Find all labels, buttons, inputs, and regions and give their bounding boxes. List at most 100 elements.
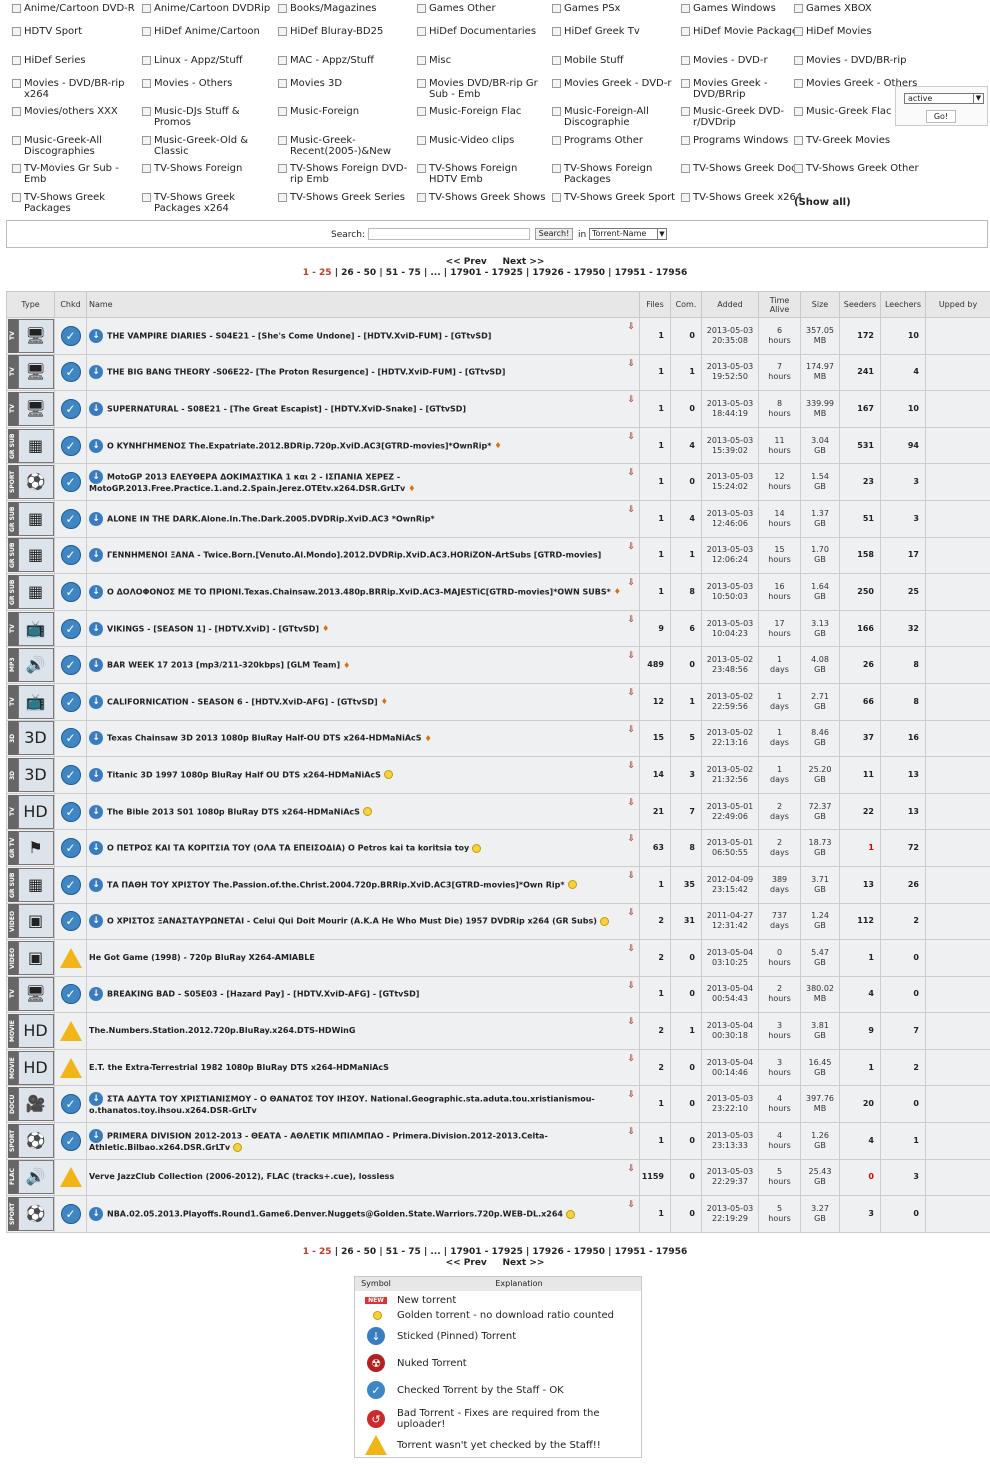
category-option[interactable]: TV-Shows Greek Series — [278, 192, 408, 203]
leechers-count[interactable]: 17 — [880, 536, 926, 575]
leechers-count[interactable]: 10 — [880, 317, 926, 355]
table-row[interactable]: DOCU 🎥 ✓ ↓ ΣΤΑ ΑΔΥΤΑ ΤΟΥ ΧΡΙΣΤΙΑΝΙΣΜΟΥ - Ο Θ… — [6, 1085, 990, 1124]
checkbox[interactable] — [12, 27, 21, 36]
torrent-link[interactable]: Ο ΠΕΤΡΟΣ ΚΑΙ ΤΑ ΚΟΡΙΤΣΙΑ ΤΟΥ (ΟΛΑ ΤΑ ΕΠΕ… — [107, 844, 469, 853]
seeders-count[interactable]: 250 — [839, 573, 881, 611]
torrent-link[interactable]: ΓΕΝΝΗΜΕΝΟΙ ΞΑΝΑ - Twice.Born.[Venuto.Al.… — [107, 551, 601, 560]
category-option[interactable]: Music-Foreign-All Discographie — [552, 106, 682, 128]
files-count[interactable]: 63 — [639, 829, 671, 867]
next-link[interactable]: Next >> — [502, 1258, 544, 1268]
seeders-count[interactable]: 166 — [839, 609, 881, 648]
next-link[interactable]: Next >> — [502, 257, 544, 267]
comments-count[interactable]: 0 — [670, 1085, 702, 1124]
files-count[interactable]: 15 — [639, 719, 671, 758]
category-option[interactable]: TV-Shows Greek Packages — [12, 192, 142, 214]
comments-count[interactable]: 4 — [670, 499, 702, 538]
checkbox[interactable] — [794, 164, 803, 173]
checkbox[interactable] — [794, 27, 803, 36]
go-button[interactable]: Go! — [926, 110, 956, 123]
leechers-count[interactable]: 0 — [880, 939, 926, 977]
comments-count[interactable]: 1 — [670, 1012, 702, 1050]
checkbox[interactable] — [12, 56, 21, 65]
category-option[interactable]: Games Other — [417, 3, 547, 14]
category-option[interactable]: Games PSx — [552, 3, 682, 14]
leechers-count[interactable]: 0 — [880, 1195, 926, 1233]
leechers-count[interactable]: 7 — [880, 1012, 926, 1050]
comments-count[interactable]: 7 — [670, 792, 702, 831]
category-option[interactable]: TV-Shows Greek Shows — [417, 192, 547, 203]
download-icon[interactable]: ⇩ — [627, 505, 635, 515]
page-link[interactable]: 17951 - 17956 — [615, 1247, 688, 1257]
seeders-count[interactable]: 1 — [839, 829, 881, 867]
torrent-link[interactable]: SUPERNATURAL - S08E21 - [The Great Escap… — [107, 404, 466, 413]
seeders-count[interactable]: 51 — [839, 499, 881, 538]
category-option[interactable]: HiDef Movies — [794, 26, 924, 37]
category-option[interactable]: Movies 3D — [278, 78, 408, 89]
category-option[interactable]: TV-Movies Gr Sub - Emb — [12, 163, 142, 185]
leechers-count[interactable]: 13 — [880, 756, 926, 794]
leechers-count[interactable]: 25 — [880, 573, 926, 611]
table-row[interactable]: TV 🖥 ✓ ↓ BREAKING BAD - S05E03 - [Hazard Pay… — [6, 975, 990, 1014]
seeders-count[interactable]: 23 — [839, 463, 881, 501]
leechers-count[interactable]: 4 — [880, 353, 926, 392]
type-cell[interactable]: MOVIE HD — [6, 1012, 55, 1050]
leechers-count[interactable]: 0 — [880, 1085, 926, 1124]
table-row[interactable]: TV 🖥 ✓ ↓ THE VAMPIRE DIARIES - S04E21 - [She… — [6, 317, 990, 355]
type-cell[interactable]: GR TV ⚑ — [6, 829, 55, 867]
leechers-count[interactable]: 10 — [880, 390, 926, 428]
checkbox[interactable] — [417, 136, 426, 145]
category-option[interactable]: TV-Greek Movies — [794, 135, 924, 146]
torrent-link[interactable]: Texas Chainsaw 3D 2013 1080p BluRay Half… — [107, 734, 422, 743]
leechers-count[interactable]: 3 — [880, 1158, 926, 1197]
table-row[interactable]: GR SUB ▦ ✓ ↓ Ο ΚΥΝΗΓΗΜΕΝΟΣ The.Expatriate.20… — [6, 426, 990, 465]
table-row[interactable]: 3D 3D ✓ ↓ Texas Chainsaw 3D 2013 1080p BluRa… — [6, 719, 990, 758]
checkbox[interactable] — [417, 27, 426, 36]
category-option[interactable]: Linux - Appz/Stuff — [142, 55, 272, 66]
page-link[interactable]: 17901 - 17925 — [450, 268, 523, 278]
category-option[interactable]: TV-Shows Foreign HDTV Emb — [417, 163, 547, 185]
files-count[interactable]: 1 — [639, 390, 671, 428]
download-icon[interactable]: ⇩ — [627, 871, 635, 881]
download-icon[interactable]: ⇩ — [627, 798, 635, 808]
comments-count[interactable]: 0 — [670, 1048, 702, 1087]
checkbox[interactable] — [681, 4, 690, 13]
table-row[interactable]: SPORT ⚽ ✓ ↓ PRIMERA DIVISION 2012-2013 - ΘΕΑ… — [6, 1122, 990, 1160]
download-icon[interactable]: ⇩ — [627, 322, 635, 332]
table-row[interactable]: GR SUB ▦ ✓ ↓ Ο ΔΟΛΟΦΟΝΟΣ ΜΕ ΤΟ ΠΡΙΟΝΙ.Texas.… — [6, 573, 990, 611]
download-icon[interactable]: ⇩ — [627, 359, 635, 369]
category-option[interactable]: Movies Greek - DVD/BRrip — [681, 78, 811, 100]
table-row[interactable]: MOVIE HD E.T. the Extra-Terrestrial 1982 1… — [6, 1048, 990, 1087]
files-count[interactable]: 1159 — [639, 1158, 671, 1197]
checkbox[interactable] — [552, 164, 561, 173]
checkbox[interactable] — [794, 4, 803, 13]
download-icon[interactable]: ⇩ — [627, 395, 635, 405]
page-link[interactable]: 17951 - 17956 — [615, 268, 688, 278]
leechers-count[interactable]: 72 — [880, 829, 926, 867]
torrent-link[interactable]: The.Numbers.Station.2012.720p.BluRay.x26… — [89, 1026, 355, 1035]
category-option[interactable]: Programs Windows — [681, 135, 811, 146]
comments-count[interactable]: 1 — [670, 536, 702, 575]
download-icon[interactable]: ⇩ — [627, 578, 635, 588]
comments-count[interactable]: 0 — [670, 463, 702, 501]
torrent-link[interactable]: NBA.02.05.2013.Playoffs.Round1.Game6.Den… — [107, 1210, 563, 1219]
type-cell[interactable]: VIDEO ▣ — [6, 902, 55, 941]
torrent-link[interactable]: Verve JazzClub Collection (2006-2012), F… — [89, 1172, 394, 1181]
page-link[interactable]: 17926 - 17950 — [532, 268, 605, 278]
category-option[interactable]: Mobile Stuff — [552, 55, 682, 66]
files-count[interactable]: 1 — [639, 426, 671, 465]
checkbox[interactable] — [552, 56, 561, 65]
files-count[interactable]: 1 — [639, 499, 671, 538]
page-link[interactable]: 51 - 75 — [386, 1247, 421, 1257]
checkbox[interactable] — [552, 79, 561, 88]
type-cell[interactable]: MOVIE HD — [6, 1048, 55, 1087]
leechers-count[interactable]: 3 — [880, 499, 926, 538]
category-option[interactable]: HDTV Sport — [12, 26, 142, 37]
torrent-link[interactable]: THE BIG BANG THEORY -S06E22- [The Proton… — [107, 368, 505, 377]
checkbox[interactable] — [794, 136, 803, 145]
checkbox[interactable] — [142, 4, 151, 13]
checkbox[interactable] — [681, 107, 690, 116]
col-comments[interactable]: Com. — [670, 291, 702, 318]
table-row[interactable]: GR SUB ▦ ✓ ↓ ΤΑ ΠΑΘΗ ΤΟΥ ΧΡΙΣΤΟΥ The.Passion… — [6, 865, 990, 904]
seeders-count[interactable]: 66 — [839, 682, 881, 721]
download-icon[interactable]: ⇩ — [627, 1054, 635, 1064]
